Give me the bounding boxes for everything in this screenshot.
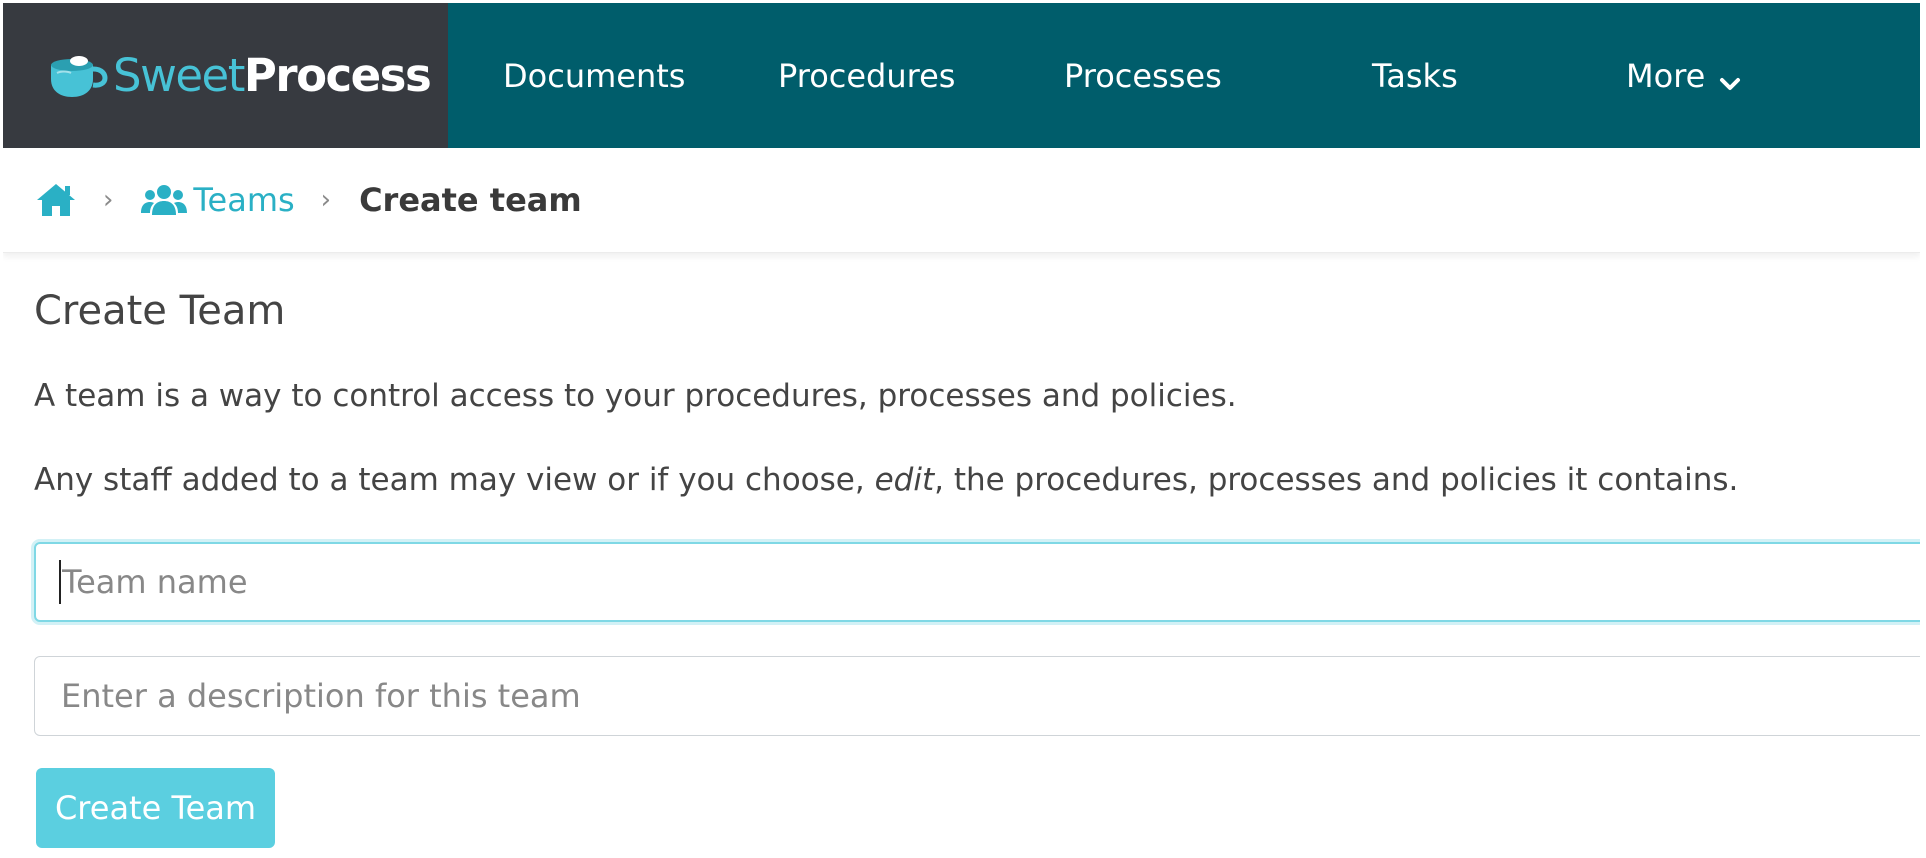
breadcrumb-separator: › (320, 185, 332, 215)
nav-item-label: More (1626, 56, 1706, 95)
brand-name-process: Process (243, 49, 432, 102)
nav-item-label: Documents (503, 56, 686, 95)
nav-menu: Documents Procedures Processes Tasks Mor… (448, 3, 1920, 148)
description-emphasis: edit (874, 462, 935, 498)
brand-name-sweet: Sweet (113, 49, 245, 102)
form-description-2: Any staff added to a team may view or if… (34, 462, 1738, 498)
nav-item-processes[interactable]: Processes (1064, 3, 1222, 148)
home-icon[interactable] (35, 182, 77, 218)
breadcrumb-separator: › (103, 185, 114, 215)
breadcrumb-teams-label: Teams (193, 181, 295, 219)
top-navigation: SweetProcess Documents Procedures Proces… (3, 3, 1920, 148)
nav-item-label: Procedures (778, 56, 956, 95)
description-text: Any staff added to a team may view or if… (34, 462, 875, 498)
nav-item-procedures[interactable]: Procedures (778, 3, 955, 148)
team-name-input[interactable] (34, 542, 1920, 622)
breadcrumb: › Teams › Create team (3, 148, 1920, 253)
brand-logo[interactable]: SweetProcess (3, 3, 448, 148)
team-description-input[interactable] (34, 656, 1920, 736)
breadcrumb-teams-link[interactable]: Teams (141, 181, 295, 219)
form-description-1: A team is a way to control access to you… (34, 378, 1237, 414)
page-title: Create Team (34, 288, 286, 334)
text-cursor (59, 560, 61, 604)
nav-item-label: Processes (1064, 56, 1222, 95)
coffee-cup-icon (43, 51, 109, 101)
users-icon (141, 183, 188, 217)
create-team-button[interactable]: Create Team (36, 768, 275, 848)
chevron-down-icon (1719, 65, 1741, 90)
nav-item-more[interactable]: More (1626, 3, 1741, 148)
nav-item-label: Tasks (1372, 56, 1458, 95)
app-window: SweetProcess Documents Procedures Proces… (3, 3, 1920, 855)
nav-item-tasks[interactable]: Tasks (1372, 3, 1458, 148)
brand-name: SweetProcess (113, 49, 432, 102)
breadcrumb-current: Create team (359, 181, 582, 219)
description-text: , the procedures, processes and policies… (934, 462, 1739, 498)
nav-item-documents[interactable]: Documents (503, 3, 685, 148)
